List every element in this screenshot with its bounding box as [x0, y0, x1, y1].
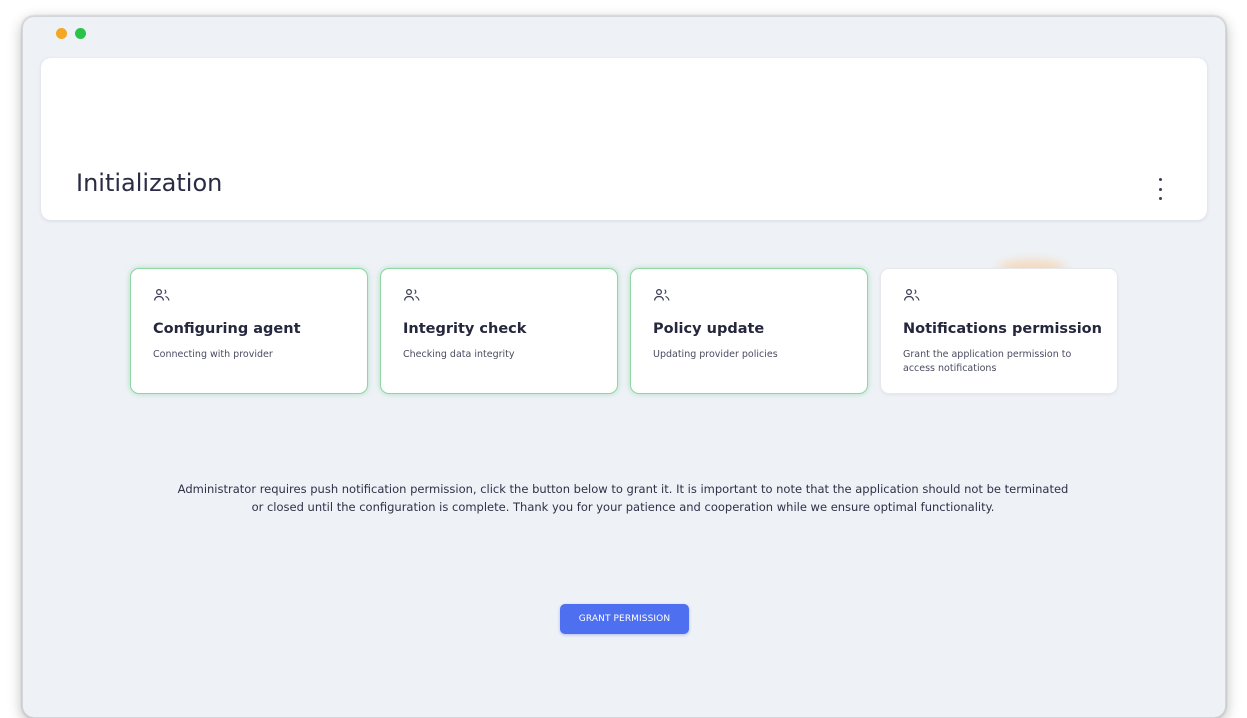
step-card-integrity-check: Integrity check Checking data integrity: [380, 268, 618, 394]
step-title: Configuring agent: [153, 321, 301, 337]
permission-notice: Administrator requires push notification…: [177, 482, 1069, 514]
step-subtitle: Grant the application permission to acce…: [903, 349, 1072, 374]
page-title: Initialization: [76, 169, 223, 197]
step-subtitle: Connecting with provider: [153, 349, 273, 360]
step-card-policy-update: Policy update Updating provider policies: [630, 268, 868, 394]
step-card-notifications-permission: Notifications permission Grant the appli…: [880, 268, 1118, 394]
app-window: Initialization Configuring agent Connect…: [22, 16, 1226, 718]
window-controls: [56, 28, 86, 39]
minimize-button[interactable]: [56, 28, 67, 39]
step-subtitle: Updating provider policies: [653, 349, 778, 360]
step-title: Integrity check: [403, 321, 527, 337]
kebab-menu-icon[interactable]: [1155, 178, 1165, 200]
users-icon: [653, 288, 670, 301]
step-card-configuring-agent: Configuring agent Connecting with provid…: [130, 268, 368, 394]
steps-list: Configuring agent Connecting with provid…: [130, 268, 1118, 394]
grant-permission-button[interactable]: GRANT PERMISSION: [560, 604, 689, 634]
step-subtitle: Checking data integrity: [403, 349, 515, 360]
maximize-button[interactable]: [75, 28, 86, 39]
users-icon: [903, 288, 920, 301]
users-icon: [153, 288, 170, 301]
step-title: Notifications permission: [903, 321, 1102, 337]
users-icon: [403, 288, 420, 301]
step-title: Policy update: [653, 321, 765, 337]
header-card: Initialization: [41, 58, 1207, 220]
